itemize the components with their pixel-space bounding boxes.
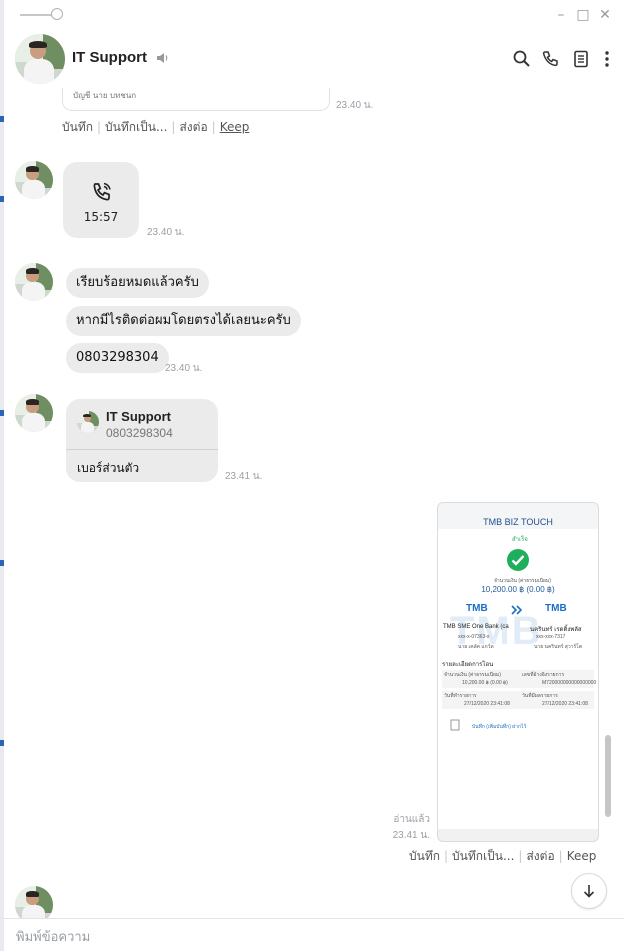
message-input[interactable] (16, 927, 576, 947)
previous-card-snippet: บัญชี นาย บทชนก (73, 91, 137, 100)
scrollbar-track[interactable] (605, 100, 611, 820)
detail-value: 10,200.00 ฿ (0.00 ฿) (462, 680, 508, 686)
forward-action[interactable]: ส่งต่อ (179, 120, 207, 134)
receipt-note: บันทึก (เพิ่มบันทึก) ฝากไว้ (472, 724, 527, 730)
call-duration: 15:57 (83, 210, 119, 224)
notes-icon[interactable] (571, 49, 591, 69)
search-icon[interactable] (512, 49, 532, 69)
contact-card-divider (66, 449, 218, 450)
contact-avatar[interactable] (15, 34, 65, 84)
sender-avatar[interactable] (15, 394, 53, 432)
message-list[interactable]: บัญชี นาย บทชนก 23.40 น. บันทึก | บันทึกเป… (4, 88, 624, 918)
message-time: 23.41 น. (225, 471, 263, 482)
more-icon[interactable] (597, 49, 617, 69)
save-action[interactable]: บันทึก (409, 849, 440, 863)
scrollbar-thumb[interactable] (605, 735, 611, 817)
text-message[interactable]: หากมีไรติดต่อผมโดยตรงได้เลยนะครับ (66, 306, 301, 336)
detail-label: เลขที่อ้างอิงรายการ (522, 672, 565, 678)
scroll-to-bottom-button[interactable] (571, 873, 607, 909)
message-time: 23.40 น. (147, 227, 185, 238)
contact-card-avatar (77, 411, 99, 433)
receipt-detail-row: จำนวนเงิน (ค่าธรรมเนียม) เลขที่อ้างอิงรา… (442, 670, 597, 688)
tmb-logo-from: TMB (466, 603, 488, 614)
receipt-from-bank: TMB SME One Bank (ca (443, 624, 509, 630)
receipt-body: TMB สำเร็จ จำนวนเงิน (ค่าธรรมเนียม) 10,2… (438, 529, 598, 829)
success-check-icon (507, 549, 529, 571)
read-status: อ่านแล้ว (393, 814, 430, 825)
sender-avatar[interactable] (15, 263, 53, 301)
save-as-action[interactable]: บันทึกเป็น... (452, 849, 514, 863)
keep-action[interactable]: Keep (567, 849, 597, 863)
phone-icon[interactable] (541, 49, 561, 69)
save-as-action[interactable]: บันทึกเป็น... (105, 120, 167, 134)
message-actions: บันทึก | บันทึกเป็น... | ส่งต่อ | Keep (409, 849, 597, 863)
chat-header: IT Support (4, 30, 624, 88)
close-button[interactable]: ✕ (596, 6, 614, 24)
contact-card-number: 0803298304 (106, 426, 173, 440)
receipt-to-bank: นครินทร์ เรดดิ้งพลัส (530, 627, 582, 633)
receipt-amount: 10,200.00 ฿ (0.00 ฿) (481, 585, 555, 594)
sender-avatar[interactable] (15, 161, 53, 199)
message-composer (4, 918, 624, 952)
text-message[interactable]: 0803298304 (66, 343, 169, 373)
sender-avatar[interactable] (15, 886, 53, 918)
receipt-details-title: รายละเอียดการโอน (442, 662, 494, 668)
receipt-amount-label: จำนวนเงิน (ค่าธรรมเนียม) (494, 578, 551, 584)
contact-card-label: เบอร์ส่วนตัว (77, 461, 140, 475)
speaker-icon (157, 53, 168, 63)
transfer-receipt-image[interactable]: TMB BIZ TOUCH TMB สำเร็จ จำนวนเงิน (ค่าธ… (437, 502, 599, 842)
receipt-to-name: นาย นครินทร์ สุวาร์โต (534, 644, 583, 650)
receipt-from-account: xxx-x-07363-x (458, 634, 490, 640)
message-time: 23.40 น. (336, 100, 374, 111)
contact-card-name: IT Support (106, 409, 171, 424)
chat-title[interactable]: IT Support (72, 49, 147, 66)
forward-action[interactable]: ส่งต่อ (526, 849, 554, 863)
arrow-down-icon (583, 885, 595, 898)
previous-attachment-card[interactable]: บัญชี นาย บทชนก (62, 88, 330, 111)
call-message[interactable]: 15:57 (63, 162, 139, 238)
detail-label: จำนวนเงิน (ค่าธรรมเนียม) (444, 672, 501, 678)
title-bar: – □ ✕ (4, 0, 624, 30)
receipt-detail-row: วันที่ทำรายการ วันที่มีผลรายการ 27/12/20… (442, 691, 594, 709)
transfer-arrow-icon (511, 605, 523, 615)
detail-value: 27/12/2020 23:41:08 (542, 701, 588, 707)
message-time: 23.40 น. (165, 363, 203, 374)
opacity-slider-knob[interactable] (51, 8, 63, 20)
detail-label: วันที่มีผลรายการ (522, 693, 558, 699)
text-message[interactable]: เรียบร้อยหมดแล้วครับ (66, 268, 209, 298)
keep-action[interactable]: Keep (220, 120, 250, 134)
detail-value: M720000000000000000 (542, 680, 597, 686)
save-action[interactable]: บันทึก (62, 120, 93, 134)
message-actions: บันทึก | บันทึกเป็น... | ส่งต่อ | Keep (62, 120, 250, 134)
message-time: 23.41 น. (392, 830, 430, 841)
receipt-status: สำเร็จ (512, 537, 528, 543)
receipt-to-account: xxx-xxx-7317 (536, 634, 566, 640)
receipt-header: TMB BIZ TOUCH (438, 503, 598, 530)
maximize-button[interactable]: □ (574, 6, 592, 24)
contact-share-card[interactable]: IT Support 0803298304 เบอร์ส่วนตัว (66, 399, 218, 482)
receipt-title: TMB BIZ TOUCH (483, 517, 553, 527)
detail-label: วันที่ทำรายการ (444, 693, 477, 699)
note-icon (450, 719, 460, 731)
receipt-from-name: นาย เคลัค แกว์ด (458, 644, 494, 650)
minimize-button[interactable]: – (552, 6, 570, 24)
call-icon (93, 182, 111, 201)
detail-value: 27/12/2020 23:41:08 (464, 701, 510, 707)
tmb-logo-to: TMB (545, 603, 567, 614)
